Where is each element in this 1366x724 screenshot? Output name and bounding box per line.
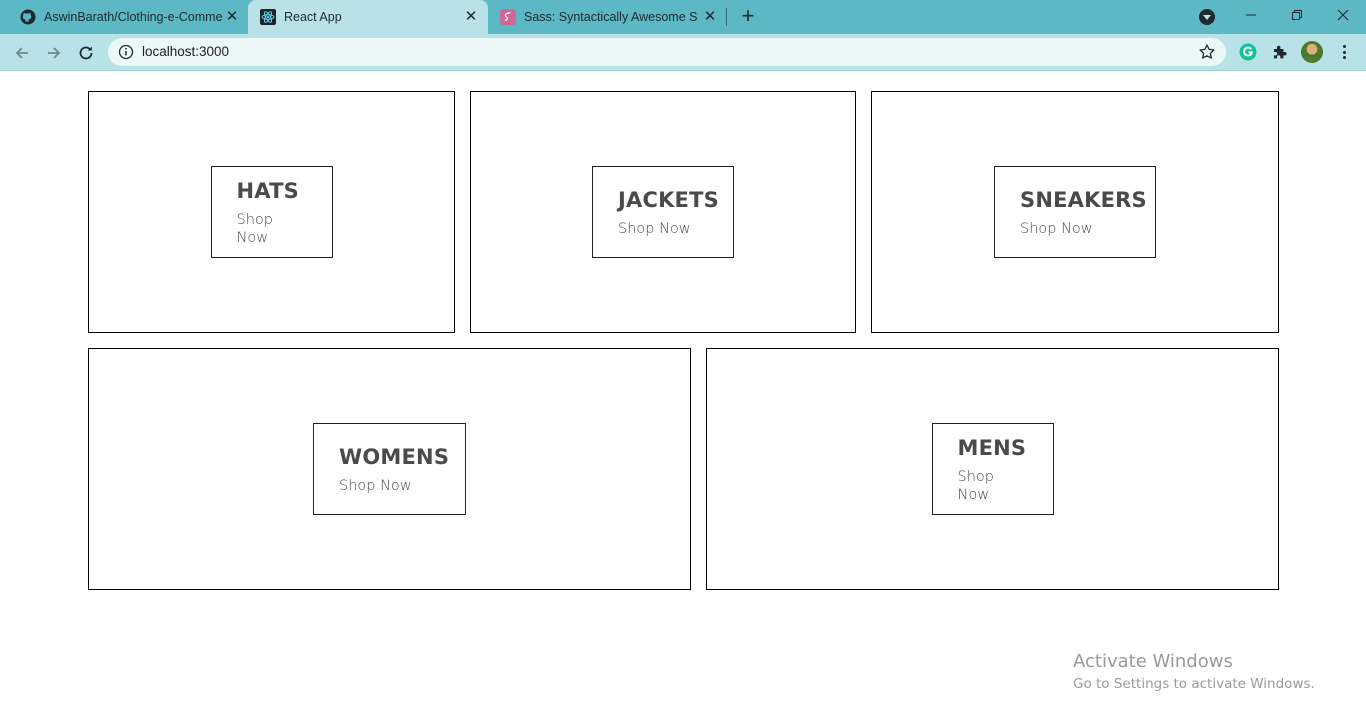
category-content[interactable]: HATS Shop Now: [210, 166, 333, 258]
restore-button[interactable]: [1274, 0, 1320, 30]
new-tab-button[interactable]: +: [737, 5, 759, 28]
address-bar[interactable]: localhost:3000: [108, 38, 1226, 66]
minimize-icon: [1246, 14, 1256, 16]
url-text[interactable]: localhost:3000: [142, 44, 229, 59]
restore-icon: [1292, 10, 1302, 20]
menu-dots-icon[interactable]: [1335, 43, 1353, 61]
tab-title: React App: [284, 10, 342, 24]
back-button[interactable]: [9, 40, 35, 66]
category-hats[interactable]: HATS Shop Now: [88, 91, 455, 333]
reload-button[interactable]: [73, 40, 99, 66]
info-icon[interactable]: [118, 44, 134, 60]
category-mens[interactable]: MENS Shop Now: [706, 348, 1279, 590]
tab-separator: [726, 8, 727, 26]
shop-now-link[interactable]: Shop Now: [339, 477, 412, 495]
watermark-title: Activate Windows: [1073, 651, 1233, 672]
github-icon: [20, 9, 36, 25]
reload-icon: [79, 46, 93, 60]
tab-strip: AswinBarath/Clothing-e-Commerce ✕ React …: [0, 0, 1366, 34]
forward-button[interactable]: [41, 40, 67, 66]
tab-sass[interactable]: Sass: Syntactically Awesome Style Sheets…: [488, 0, 724, 34]
category-title: MENS: [957, 435, 1027, 460]
tab-search-icon[interactable]: [1199, 9, 1215, 25]
category-sneakers[interactable]: SNEAKERS Shop Now: [871, 91, 1279, 333]
category-jackets[interactable]: JACKETS Shop Now: [470, 91, 856, 333]
browser-toolbar: localhost:3000: [0, 34, 1366, 71]
tab-title: AswinBarath/Clothing-e-Commerce: [44, 10, 222, 24]
shop-now-link[interactable]: Shop Now: [958, 468, 1028, 504]
arrow-right-icon: [48, 47, 61, 59]
close-tab-icon[interactable]: ✕: [463, 9, 479, 25]
category-title: HATS: [236, 178, 299, 203]
close-window-button[interactable]: [1320, 0, 1366, 30]
category-content[interactable]: WOMENS Shop Now: [313, 423, 466, 515]
arrow-left-icon: [15, 47, 28, 59]
category-title: JACKETS: [618, 187, 719, 212]
tab-react-app[interactable]: React App ✕: [248, 0, 488, 34]
extensions-puzzle-icon[interactable]: [1271, 43, 1289, 61]
sass-icon: [500, 9, 516, 25]
category-title: SNEAKERS: [1020, 187, 1147, 212]
close-tab-icon[interactable]: ✕: [224, 9, 240, 25]
category-content[interactable]: MENS Shop Now: [931, 423, 1054, 515]
minimize-button[interactable]: [1228, 0, 1274, 30]
windows-activation-watermark: Activate Windows Go to Settings to activ…: [1073, 650, 1315, 694]
page-content: HATS Shop Now JACKETS Shop Now SNEAKERS …: [0, 72, 1366, 724]
shop-now-link[interactable]: Shop Now: [618, 220, 691, 238]
shop-now-link[interactable]: Shop Now: [1020, 220, 1093, 238]
profile-avatar[interactable]: [1301, 41, 1323, 63]
category-content[interactable]: JACKETS Shop Now: [592, 166, 734, 258]
grammarly-icon[interactable]: [1239, 43, 1257, 61]
tab-title: Sass: Syntactically Awesome Style Sheets: [524, 10, 698, 24]
bookmark-star-icon[interactable]: [1198, 43, 1216, 61]
close-tab-icon[interactable]: ✕: [702, 9, 718, 25]
tab-github[interactable]: AswinBarath/Clothing-e-Commerce ✕: [8, 0, 248, 34]
shop-now-link[interactable]: Shop Now: [237, 211, 307, 247]
category-content[interactable]: SNEAKERS Shop Now: [994, 166, 1156, 258]
watermark-subtitle: Go to Settings to activate Windows.: [1073, 676, 1315, 692]
category-womens[interactable]: WOMENS Shop Now: [88, 348, 691, 590]
category-title: WOMENS: [339, 444, 450, 469]
close-icon: [1337, 9, 1349, 21]
react-icon: [260, 9, 276, 25]
